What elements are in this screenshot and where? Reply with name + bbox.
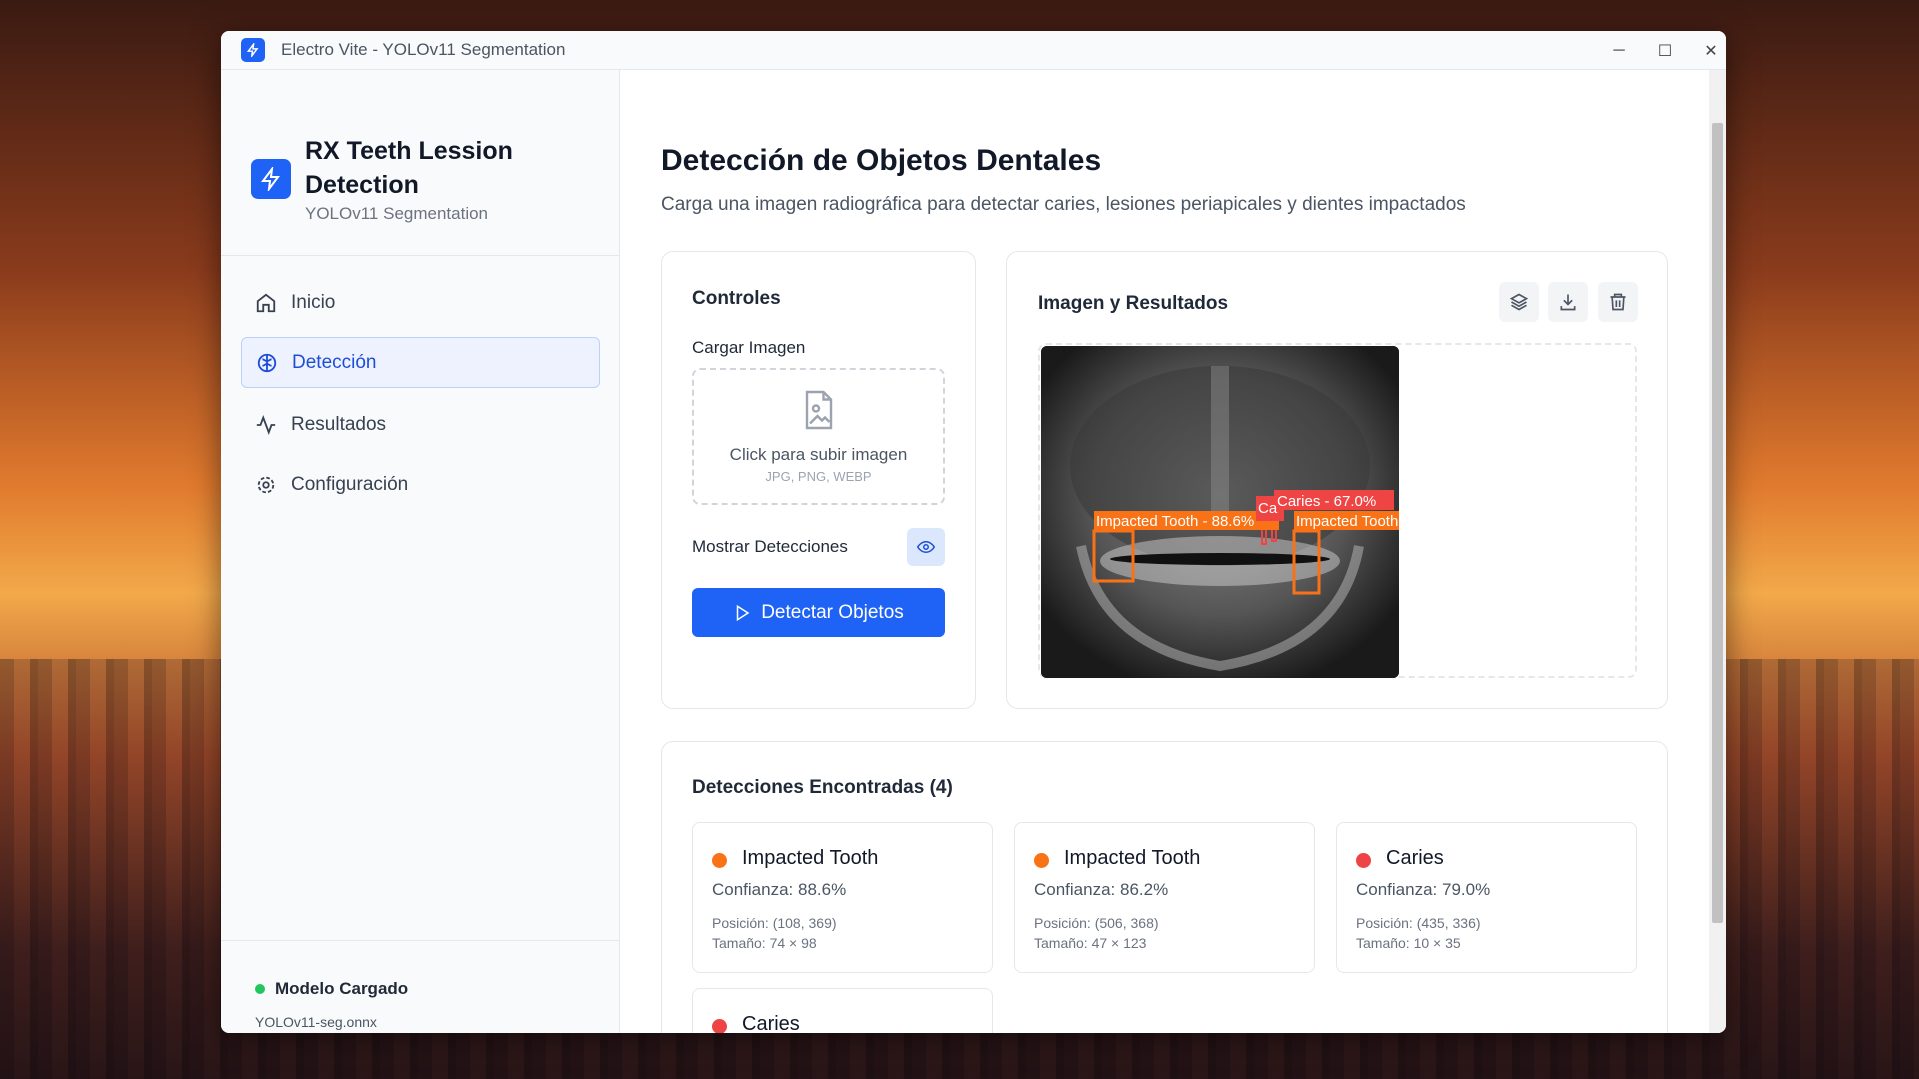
page-subtitle: Carga una imagen radiográfica para detec… — [661, 194, 1466, 215]
model-status: Modelo Cargado YOLOv11-seg.onnx — [221, 940, 619, 1033]
sidebar-item-inicio[interactable]: Inicio — [241, 277, 600, 328]
image-panel-title: Imagen y Resultados — [1038, 293, 1229, 314]
close-button[interactable]: ✕ — [1688, 31, 1726, 70]
lightning-icon — [251, 159, 291, 199]
app-title: RX Teeth Lession Detection — [305, 137, 513, 199]
detection-card[interactable]: Impacted Tooth Confianza: 86.2% Posición… — [1014, 822, 1315, 973]
title-bar: Electro Vite - YOLOv11 Segmentation ─ ☐ … — [221, 31, 1726, 70]
status-dot-icon — [255, 984, 265, 994]
gear-icon — [257, 476, 275, 493]
detection-size: Tamaño: 10 × 35 — [1356, 935, 1461, 951]
sidebar-brand: RX Teeth Lession Detection YOLOv11 Segme… — [221, 70, 619, 256]
detection-size: Tamaño: 47 × 123 — [1034, 935, 1147, 951]
minimize-button[interactable]: ─ — [1596, 31, 1642, 70]
overlay-label: Impacted Tooth - 88.6% — [1096, 513, 1254, 530]
detection-class: Impacted Tooth — [742, 847, 879, 869]
detections-title: Detecciones Encontradas (4) — [692, 777, 953, 798]
xray-image: Impacted Tooth - 88.6% Impacted Tooth Ca… — [1041, 346, 1399, 678]
page-title: Detección de Objetos Dentales — [661, 144, 1102, 177]
detection-card[interactable]: Caries Confianza: 79.0% Posición: (435, … — [1336, 822, 1637, 973]
overlay-label: Impacted Tooth — [1296, 513, 1398, 530]
layers-button[interactable] — [1499, 282, 1539, 322]
sidebar-item-label: Resultados — [291, 413, 387, 435]
class-color-dot-icon — [1034, 853, 1049, 868]
toggle-detections-button[interactable] — [907, 528, 945, 566]
detections-panel: Detecciones Encontradas (4) Impacted Too… — [661, 741, 1668, 1033]
upload-label: Cargar Imagen — [692, 338, 806, 357]
trash-icon — [1610, 293, 1626, 311]
overlay-label: Ca — [1258, 500, 1278, 517]
sidebar-item-label: Configuración — [291, 473, 409, 495]
controls-title: Controles — [692, 288, 781, 309]
detect-button-label: Detectar Objetos — [761, 601, 904, 623]
overlay-label: Caries - 67.0% — [1277, 493, 1376, 510]
detection-card[interactable]: Caries Confianza: 67.0% — [692, 988, 993, 1033]
sidebar-item-label: Detección — [292, 351, 377, 373]
sidebar-item-resultados[interactable]: Resultados — [241, 399, 600, 450]
model-status-label: Modelo Cargado — [275, 979, 409, 998]
main-content: Detección de Objetos Dentales Carga una … — [620, 70, 1709, 1033]
detection-position: Posición: (108, 369) — [712, 915, 837, 931]
upload-text: Click para subir imagen — [729, 445, 908, 464]
layers-icon — [1509, 293, 1529, 311]
maximize-button[interactable]: ☐ — [1642, 31, 1688, 70]
detection-class: Caries — [742, 1013, 800, 1033]
controls-panel: Controles Cargar Imagen Click para subir… — [661, 251, 976, 709]
show-detections-label: Mostrar Detecciones — [692, 537, 848, 556]
detection-position: Posición: (506, 368) — [1034, 915, 1159, 931]
upload-dropzone[interactable]: Click para subir imagen JPG, PNG, WEBP — [692, 368, 945, 505]
detection-confidence: Confianza: 88.6% — [712, 880, 847, 899]
activity-icon — [256, 414, 276, 435]
upload-formats: JPG, PNG, WEBP — [765, 469, 872, 484]
class-color-dot-icon — [1356, 853, 1371, 868]
sidebar: RX Teeth Lession Detection YOLOv11 Segme… — [221, 70, 620, 1033]
scrollbar[interactable] — [1709, 70, 1726, 1033]
app-subtitle: YOLOv11 Segmentation — [305, 204, 489, 223]
eye-icon — [917, 540, 935, 554]
detection-class: Impacted Tooth — [1064, 847, 1201, 869]
detection-class: Caries — [1386, 847, 1444, 869]
detection-position: Posición: (435, 336) — [1356, 915, 1481, 931]
app-logo-icon — [241, 38, 265, 62]
model-name: YOLOv11-seg.onnx — [255, 1014, 377, 1030]
detection-size: Tamaño: 74 × 98 — [712, 935, 817, 951]
file-image-icon — [805, 390, 832, 430]
sidebar-item-label: Inicio — [291, 291, 336, 313]
download-button[interactable] — [1548, 282, 1588, 322]
detect-objects-button[interactable]: Detectar Objetos — [692, 588, 945, 637]
play-icon — [736, 604, 750, 621]
download-icon — [1560, 294, 1576, 311]
detection-confidence: Confianza: 79.0% — [1356, 880, 1491, 899]
image-display-area: Impacted Tooth - 88.6% Impacted Tooth Ca… — [1038, 343, 1637, 678]
brain-icon — [257, 353, 277, 372]
scrollbar-thumb[interactable] — [1712, 123, 1723, 923]
class-color-dot-icon — [712, 1019, 727, 1033]
detection-confidence: Confianza: 86.2% — [1034, 880, 1169, 899]
delete-button[interactable] — [1598, 282, 1638, 322]
home-icon — [256, 293, 276, 312]
sidebar-item-deteccion[interactable]: Detección — [241, 337, 600, 388]
window-title: Electro Vite - YOLOv11 Segmentation — [281, 40, 566, 59]
app-window: Electro Vite - YOLOv11 Segmentation ─ ☐ … — [221, 31, 1726, 1033]
class-color-dot-icon — [712, 853, 727, 868]
sidebar-item-configuracion[interactable]: Configuración — [241, 459, 600, 510]
image-results-panel: Imagen y Resultados Impacted Tooth - 88.… — [1006, 251, 1668, 709]
detection-card[interactable]: Impacted Tooth Confianza: 88.6% Posición… — [692, 822, 993, 973]
